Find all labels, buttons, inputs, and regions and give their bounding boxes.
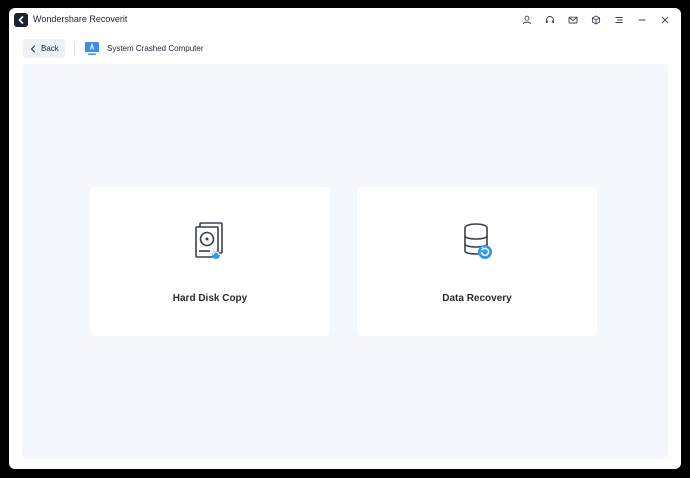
- data-recovery-icon: [453, 217, 501, 265]
- navigation-bar: Back System Crashed Computer: [9, 38, 681, 60]
- app-window: Wondershare Recoverit Back System Crashe…: [9, 8, 681, 469]
- app-logo-icon: [14, 13, 28, 27]
- mail-icon[interactable]: [565, 12, 581, 28]
- user-icon[interactable]: [519, 12, 535, 28]
- computer-icon: [84, 41, 100, 61]
- app-title: Wondershare Recoverit: [33, 14, 128, 24]
- hard-disk-copy-icon: [186, 217, 234, 265]
- back-button-label: Back: [41, 44, 59, 53]
- data-recovery-label: Data Recovery: [442, 293, 512, 304]
- back-button[interactable]: Back: [23, 39, 65, 58]
- main-content: Hard Disk Copy Data Recovery: [22, 64, 668, 459]
- chevron-left-icon: [30, 45, 35, 52]
- menu-icon[interactable]: [611, 12, 627, 28]
- hard-disk-copy-card[interactable]: Hard Disk Copy: [90, 187, 330, 336]
- breadcrumb: System Crashed Computer: [107, 44, 204, 53]
- title-bar: Wondershare Recoverit: [9, 8, 681, 32]
- data-recovery-card[interactable]: Data Recovery: [357, 187, 597, 336]
- minimize-icon[interactable]: [634, 12, 650, 28]
- cube-icon[interactable]: [588, 12, 604, 28]
- hard-disk-copy-label: Hard Disk Copy: [172, 293, 248, 304]
- nav-divider: [74, 42, 75, 56]
- title-bar-controls: [519, 12, 673, 28]
- headset-icon[interactable]: [542, 12, 558, 28]
- close-icon[interactable]: [657, 12, 673, 28]
